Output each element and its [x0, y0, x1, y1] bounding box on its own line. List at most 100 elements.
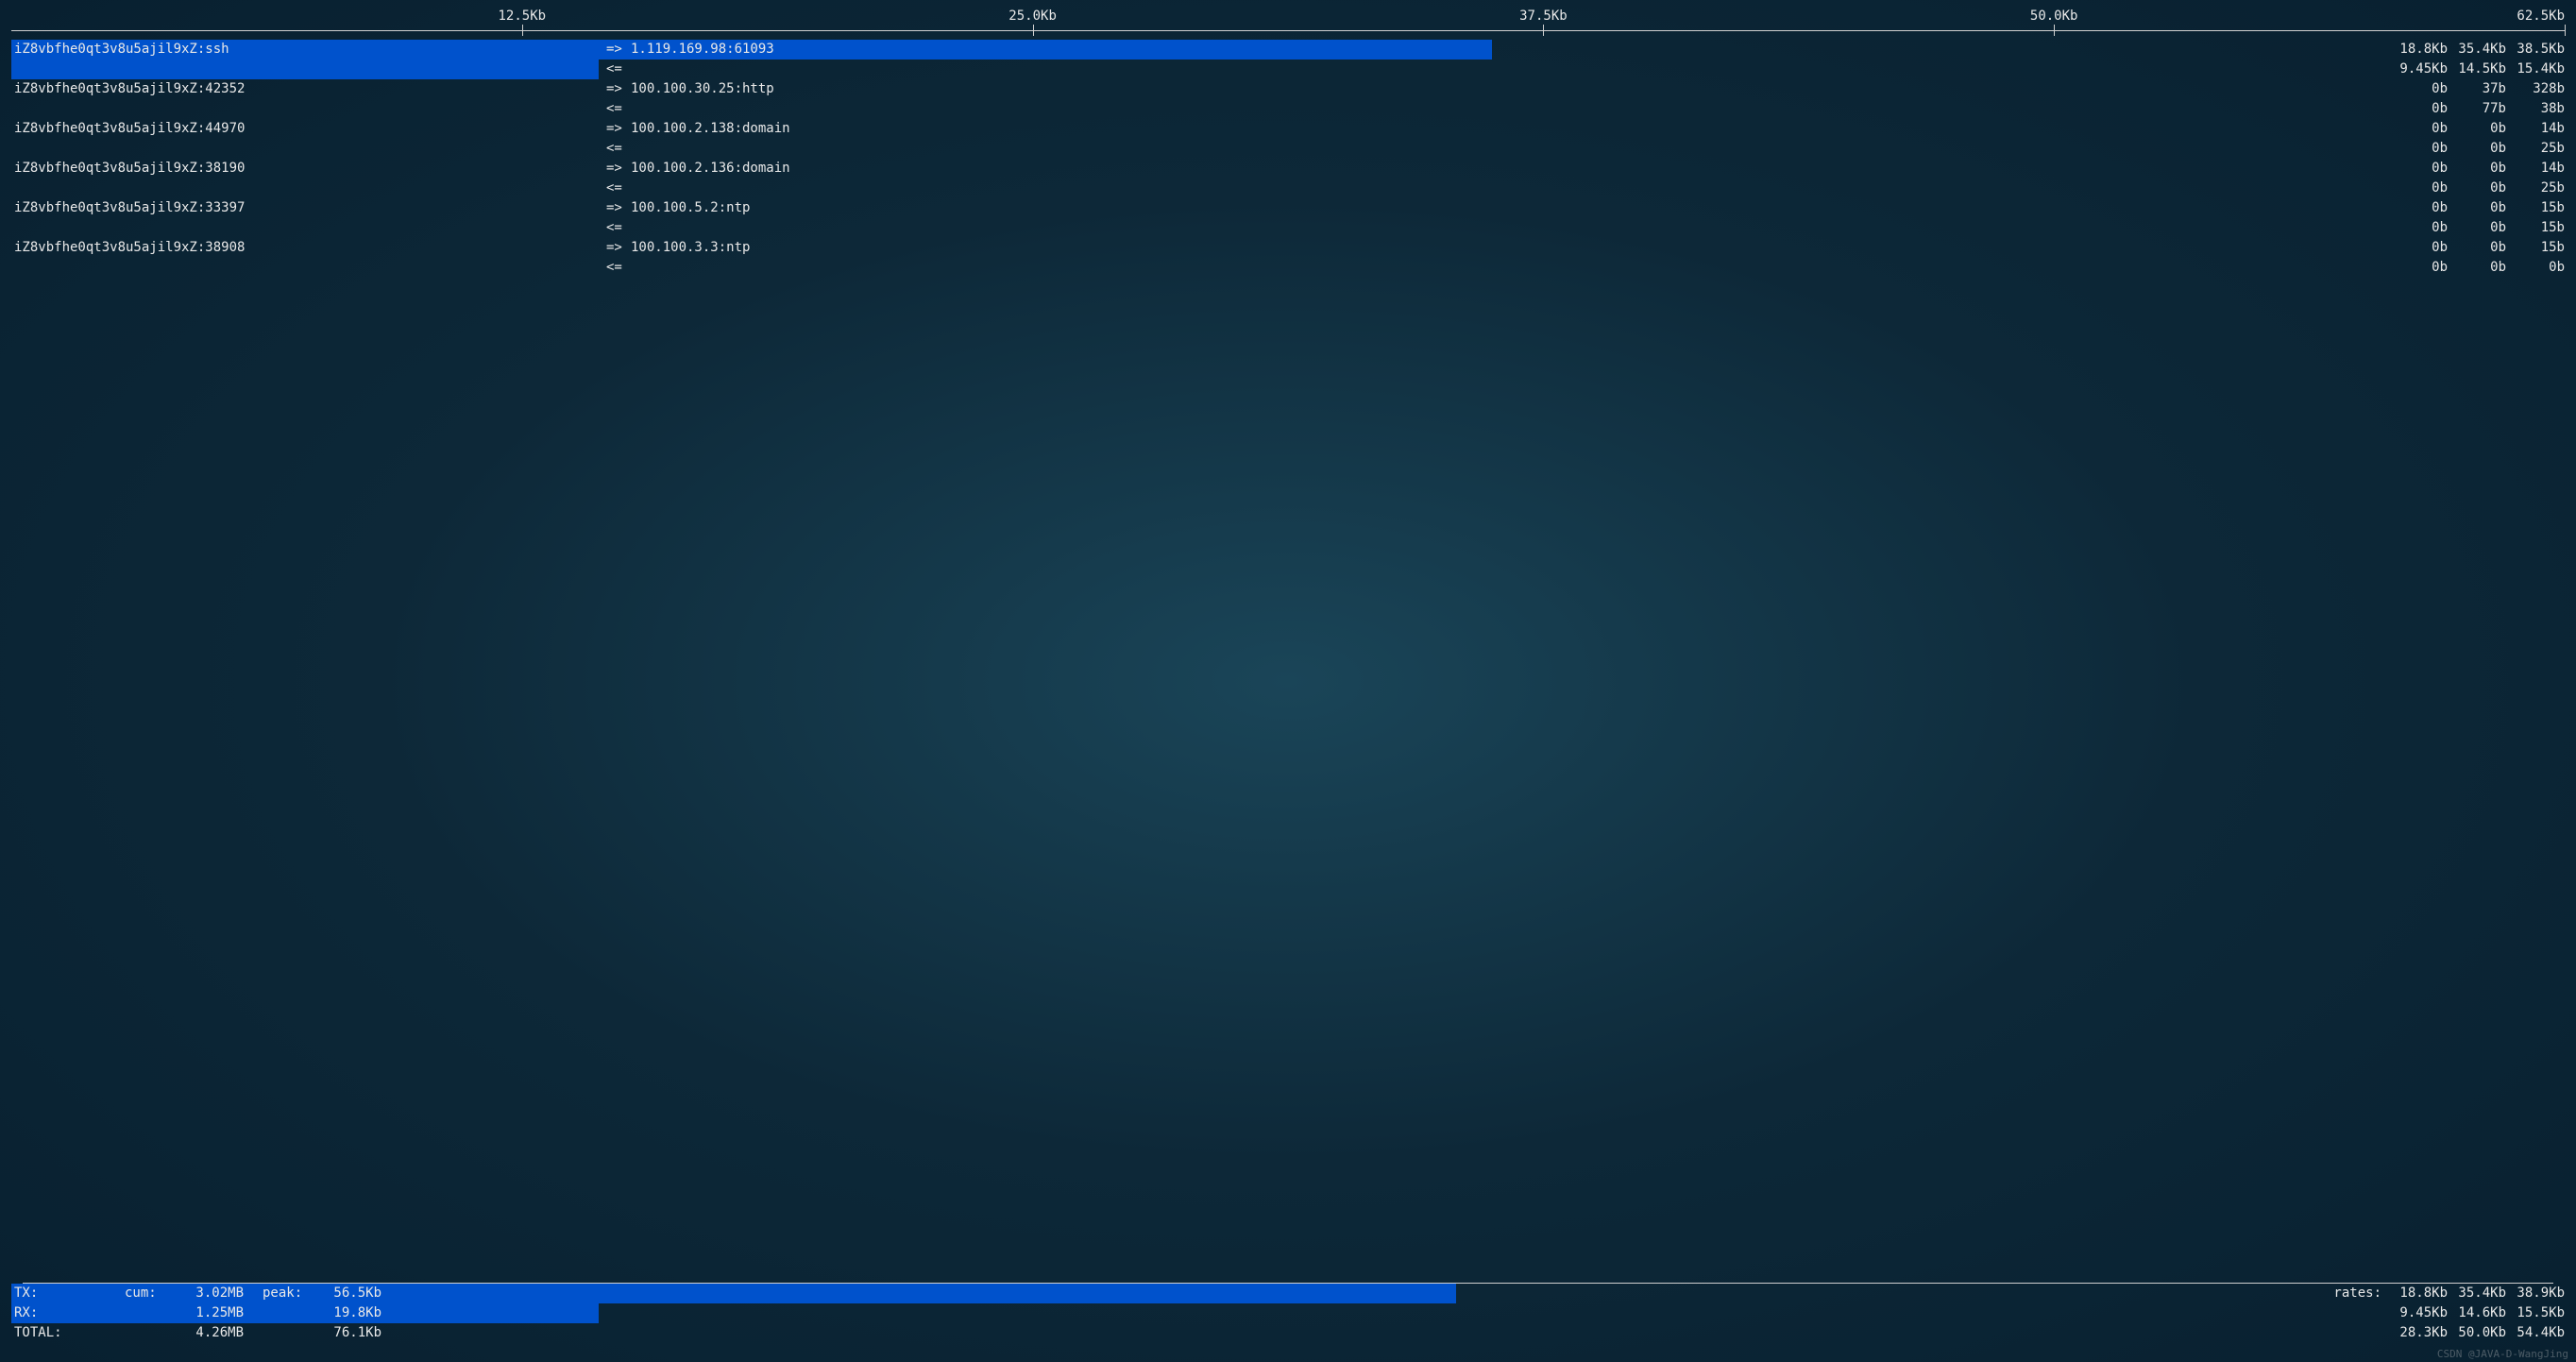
arrow-tx-icon: => [606, 159, 631, 179]
remote-host: 100.100.5.2:ntp [631, 198, 2389, 218]
summary-label: TOTAL: [11, 1323, 125, 1343]
local-host: iZ8vbfhe0qt3v8u5ajil9xZ:33397 [11, 198, 606, 218]
watermark-text: CSDN @JAVA-D-WangJing [2437, 1348, 2568, 1360]
rate-40s: 14b [2506, 119, 2565, 139]
peak-label [263, 1323, 321, 1343]
local-host: iZ8vbfhe0qt3v8u5ajil9xZ:42352 [11, 79, 606, 99]
rate-40s: 14b [2506, 159, 2565, 179]
rates-label [2323, 1323, 2389, 1343]
summary-total-row: TOTAL: 4.26MB 76.1Kb 28.3Kb 50.0Kb 54.4K… [11, 1323, 2565, 1343]
scale-tick [2565, 25, 2566, 36]
rate-2s: 18.8Kb [2389, 40, 2448, 60]
connection-rx-row: <= 0b 0b 0b [11, 258, 2565, 278]
connection-tx-row: iZ8vbfhe0qt3v8u5ajil9xZ:42352 => 100.100… [11, 79, 2565, 99]
rate-2s: 0b [2389, 198, 2448, 218]
rate-10s: 77b [2448, 99, 2506, 119]
rate-2s: 0b [2389, 179, 2448, 198]
rate-10s: 0b [2448, 139, 2506, 159]
connection-tx-row: iZ8vbfhe0qt3v8u5ajil9xZ:44970 => 100.100… [11, 119, 2565, 139]
connection-rx-row: <= 0b 0b 25b [11, 179, 2565, 198]
rate-10s: 0b [2448, 159, 2506, 179]
rate-40s: 54.4Kb [2506, 1323, 2565, 1343]
arrow-tx-icon: => [606, 238, 631, 258]
rates-label [2323, 1303, 2389, 1323]
rate-10s: 50.0Kb [2448, 1323, 2506, 1343]
rate-10s: 0b [2448, 119, 2506, 139]
local-host: iZ8vbfhe0qt3v8u5ajil9xZ:38190 [11, 159, 606, 179]
bandwidth-scale: 12.5Kb25.0Kb37.5Kb50.0Kb62.5Kb [11, 0, 2565, 34]
rate-40s: 328b [2506, 79, 2565, 99]
arrow-tx-icon: => [606, 79, 631, 99]
remote-host: 100.100.30.25:http [631, 79, 2389, 99]
remote-host: 100.100.3.3:ntp [631, 238, 2389, 258]
scale-label: 37.5Kb [1519, 9, 1568, 24]
arrow-rx-icon: <= [606, 139, 631, 159]
arrow-tx-icon: => [606, 198, 631, 218]
cum-label [125, 1303, 183, 1323]
rate-2s: 18.8Kb [2389, 1284, 2448, 1303]
local-host: iZ8vbfhe0qt3v8u5ajil9xZ:38908 [11, 238, 606, 258]
cum-value: 3.02MB [183, 1284, 263, 1303]
remote-host: 100.100.2.138:domain [631, 119, 2389, 139]
scale-tick [2054, 25, 2055, 36]
rate-2s: 0b [2389, 159, 2448, 179]
summary-label: TX: [11, 1284, 125, 1303]
connection-rx-row: <= 9.45Kb 14.5Kb 15.4Kb [11, 60, 2565, 79]
rate-40s: 38b [2506, 99, 2565, 119]
cum-value: 4.26MB [183, 1323, 263, 1343]
rate-2s: 0b [2389, 238, 2448, 258]
rate-10s: 35.4Kb [2448, 1284, 2506, 1303]
peak-value: 19.8Kb [321, 1303, 400, 1323]
scale-tick [1033, 25, 1034, 36]
rate-10s: 0b [2448, 198, 2506, 218]
arrow-rx-icon: <= [606, 258, 631, 278]
scale-baseline [11, 30, 2565, 31]
cum-label [125, 1323, 183, 1343]
rate-40s: 38.9Kb [2506, 1284, 2565, 1303]
scale-tick [1543, 25, 1544, 36]
rate-10s: 35.4Kb [2448, 40, 2506, 60]
rate-40s: 15.5Kb [2506, 1303, 2565, 1323]
connection-tx-row: iZ8vbfhe0qt3v8u5ajil9xZ:38190 => 100.100… [11, 159, 2565, 179]
rate-40s: 0b [2506, 258, 2565, 278]
arrow-rx-icon: <= [606, 99, 631, 119]
connection-tx-row: iZ8vbfhe0qt3v8u5ajil9xZ:38908 => 100.100… [11, 238, 2565, 258]
rate-2s: 0b [2389, 139, 2448, 159]
arrow-tx-icon: => [606, 119, 631, 139]
connection-rx-row: <= 0b 77b 38b [11, 99, 2565, 119]
peak-label [263, 1303, 321, 1323]
rate-2s: 9.45Kb [2389, 1303, 2448, 1323]
rate-2s: 9.45Kb [2389, 60, 2448, 79]
rate-2s: 0b [2389, 79, 2448, 99]
local-host: iZ8vbfhe0qt3v8u5ajil9xZ:44970 [11, 119, 606, 139]
arrow-rx-icon: <= [606, 179, 631, 198]
cum-label: cum: [125, 1284, 183, 1303]
scale-label: 50.0Kb [2030, 9, 2078, 24]
rate-10s: 0b [2448, 258, 2506, 278]
summary-tx-row: TX: cum: 3.02MB peak: 56.5Kb rates: 18.8… [11, 1284, 2565, 1303]
rate-2s: 28.3Kb [2389, 1323, 2448, 1343]
connections-list: iZ8vbfhe0qt3v8u5ajil9xZ:ssh => 1.119.169… [0, 40, 2576, 278]
rate-40s: 25b [2506, 179, 2565, 198]
rate-40s: 25b [2506, 139, 2565, 159]
connection-rx-row: <= 0b 0b 15b [11, 218, 2565, 238]
rate-10s: 37b [2448, 79, 2506, 99]
scale-label: 25.0Kb [1008, 9, 1057, 24]
connection-tx-row: iZ8vbfhe0qt3v8u5ajil9xZ:ssh => 1.119.169… [11, 40, 2565, 60]
rate-40s: 15b [2506, 198, 2565, 218]
rate-10s: 0b [2448, 218, 2506, 238]
rate-10s: 0b [2448, 238, 2506, 258]
remote-host: 100.100.2.136:domain [631, 159, 2389, 179]
peak-label: peak: [263, 1284, 321, 1303]
connection-rx-row: <= 0b 0b 25b [11, 139, 2565, 159]
rate-40s: 15b [2506, 218, 2565, 238]
peak-value: 76.1Kb [321, 1323, 400, 1343]
cum-value: 1.25MB [183, 1303, 263, 1323]
rate-40s: 15.4Kb [2506, 60, 2565, 79]
rate-10s: 14.6Kb [2448, 1303, 2506, 1323]
rate-2s: 0b [2389, 99, 2448, 119]
scale-label: 62.5Kb [2517, 9, 2565, 24]
scale-tick [522, 25, 523, 36]
rate-2s: 0b [2389, 119, 2448, 139]
rates-label: rates: [2323, 1284, 2389, 1303]
